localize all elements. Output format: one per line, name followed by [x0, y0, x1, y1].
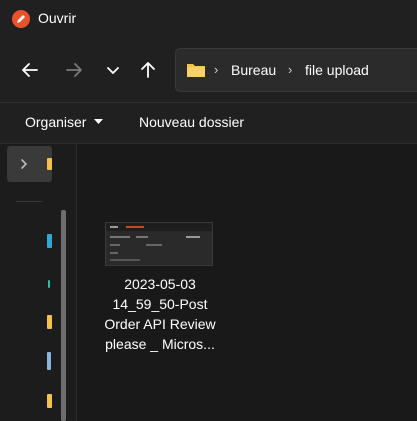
file-name-line: Order API Review: [104, 316, 216, 332]
folder-icon: [47, 158, 52, 170]
desktop-icon[interactable]: [47, 234, 52, 248]
documents-icon[interactable]: [47, 315, 52, 329]
file-name-line: please _ Micros...: [105, 336, 215, 352]
pictures-icon[interactable]: [47, 352, 51, 370]
folder-icon: [187, 64, 205, 77]
arrow-up-icon: [141, 62, 155, 78]
file-name-line: 2023-05-03: [124, 276, 196, 292]
breadcrumb-file-upload[interactable]: file upload: [305, 62, 369, 78]
navigation-bar: › Bureau › file upload: [0, 38, 417, 102]
address-bar[interactable]: › Bureau › file upload: [175, 48, 417, 92]
window-title: Ouvrir: [38, 10, 77, 26]
forward-button[interactable]: [60, 56, 88, 84]
music-icon[interactable]: [47, 394, 52, 408]
nav-pane-scrollbar[interactable]: [61, 210, 66, 421]
command-bar: Organiser Nouveau dossier: [0, 103, 417, 143]
nav-item-selected[interactable]: [7, 146, 52, 182]
recent-locations-button[interactable]: [99, 56, 127, 84]
chevron-down-icon: [107, 67, 119, 74]
divider: [16, 201, 42, 202]
breadcrumb-bureau[interactable]: Bureau: [231, 62, 276, 78]
caret-down-icon[interactable]: [94, 117, 103, 125]
pane-divider[interactable]: [76, 144, 77, 421]
up-button[interactable]: [134, 56, 162, 84]
new-folder-button[interactable]: Nouveau dossier: [139, 114, 244, 130]
breadcrumb-separator-icon: ›: [214, 62, 219, 77]
arrow-left-icon: [22, 63, 38, 77]
file-name: 2023-05-03 14_59_50-Post Order API Revie…: [98, 274, 222, 354]
organize-button[interactable]: Organiser: [25, 114, 86, 130]
app-pencil-icon: [12, 10, 30, 28]
file-thumbnail: [105, 222, 213, 266]
back-button[interactable]: [16, 56, 44, 84]
navigation-pane: [0, 144, 76, 421]
chevron-right-icon[interactable]: [19, 158, 29, 170]
file-name-line: 14_59_50-Post: [112, 296, 208, 312]
breadcrumb-separator-icon: ›: [288, 62, 293, 77]
arrow-right-icon: [66, 63, 82, 77]
download-icon[interactable]: [48, 280, 50, 288]
title-bar: Ouvrir: [0, 0, 417, 38]
file-item[interactable]: 2023-05-03 14_59_50-Post Order API Revie…: [98, 214, 222, 354]
